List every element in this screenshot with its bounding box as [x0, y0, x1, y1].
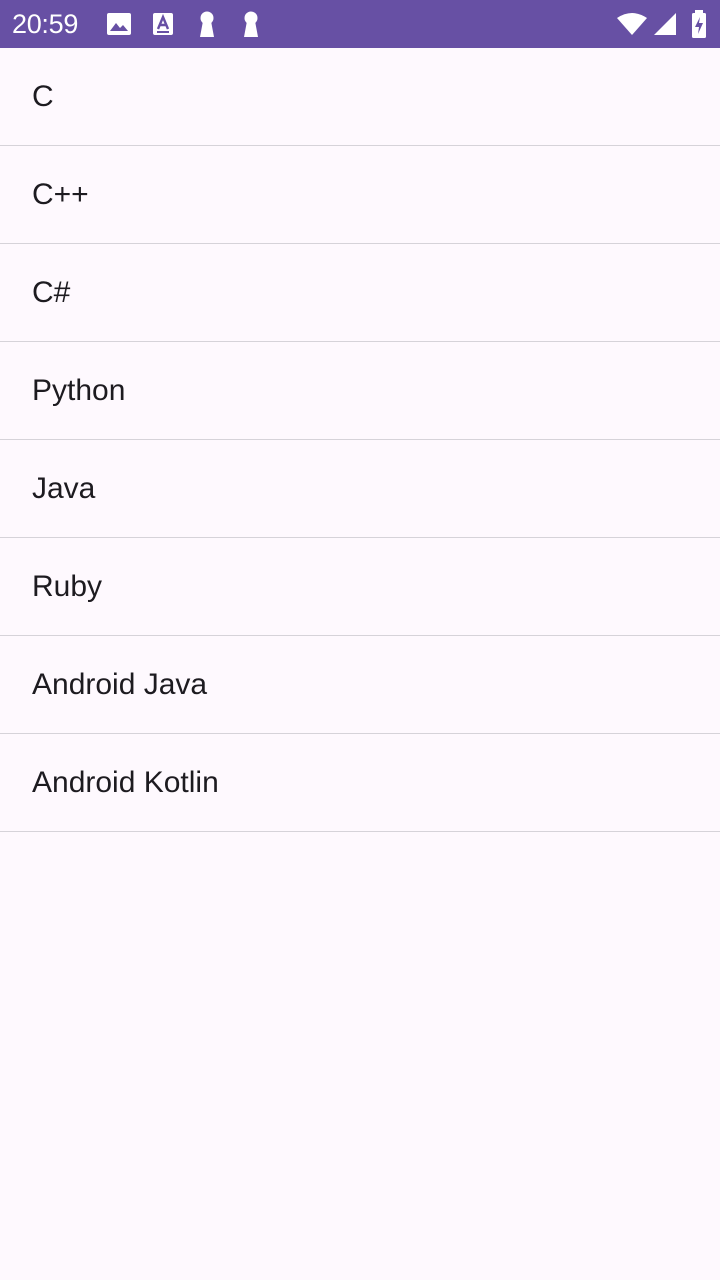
list-item-csharp[interactable]: C# — [0, 244, 720, 342]
list-item-label: C — [32, 79, 54, 113]
status-bar: 20:59 — [0, 0, 720, 48]
text-a-icon — [153, 13, 173, 35]
list-item-python[interactable]: Python — [0, 342, 720, 440]
keyhole-icon — [244, 11, 258, 37]
list-item-cpp[interactable]: C++ — [0, 146, 720, 244]
list-item-label: Android Kotlin — [32, 765, 219, 799]
list-item-c[interactable]: C — [0, 48, 720, 146]
cell-signal-icon — [654, 13, 676, 35]
language-list: C C++ C# Python Java Ruby Android Java A… — [0, 48, 720, 832]
list-item-ruby[interactable]: Ruby — [0, 538, 720, 636]
list-item-label: C# — [32, 275, 71, 309]
list-item-label: Python — [32, 373, 126, 407]
keyhole-icon — [200, 11, 214, 37]
list-item-android-kotlin[interactable]: Android Kotlin — [0, 734, 720, 832]
list-item-label: Java — [32, 471, 96, 505]
list-item-java[interactable]: Java — [0, 440, 720, 538]
list-item-label: C++ — [32, 177, 89, 211]
list-item-android-java[interactable]: Android Java — [0, 636, 720, 734]
status-time: 20:59 — [12, 9, 79, 39]
battery-charging-icon — [692, 10, 706, 38]
list-item-label: Ruby — [32, 569, 103, 603]
list-item-label: Android Java — [32, 667, 208, 701]
wifi-icon — [617, 13, 647, 35]
image-icon — [107, 13, 131, 35]
